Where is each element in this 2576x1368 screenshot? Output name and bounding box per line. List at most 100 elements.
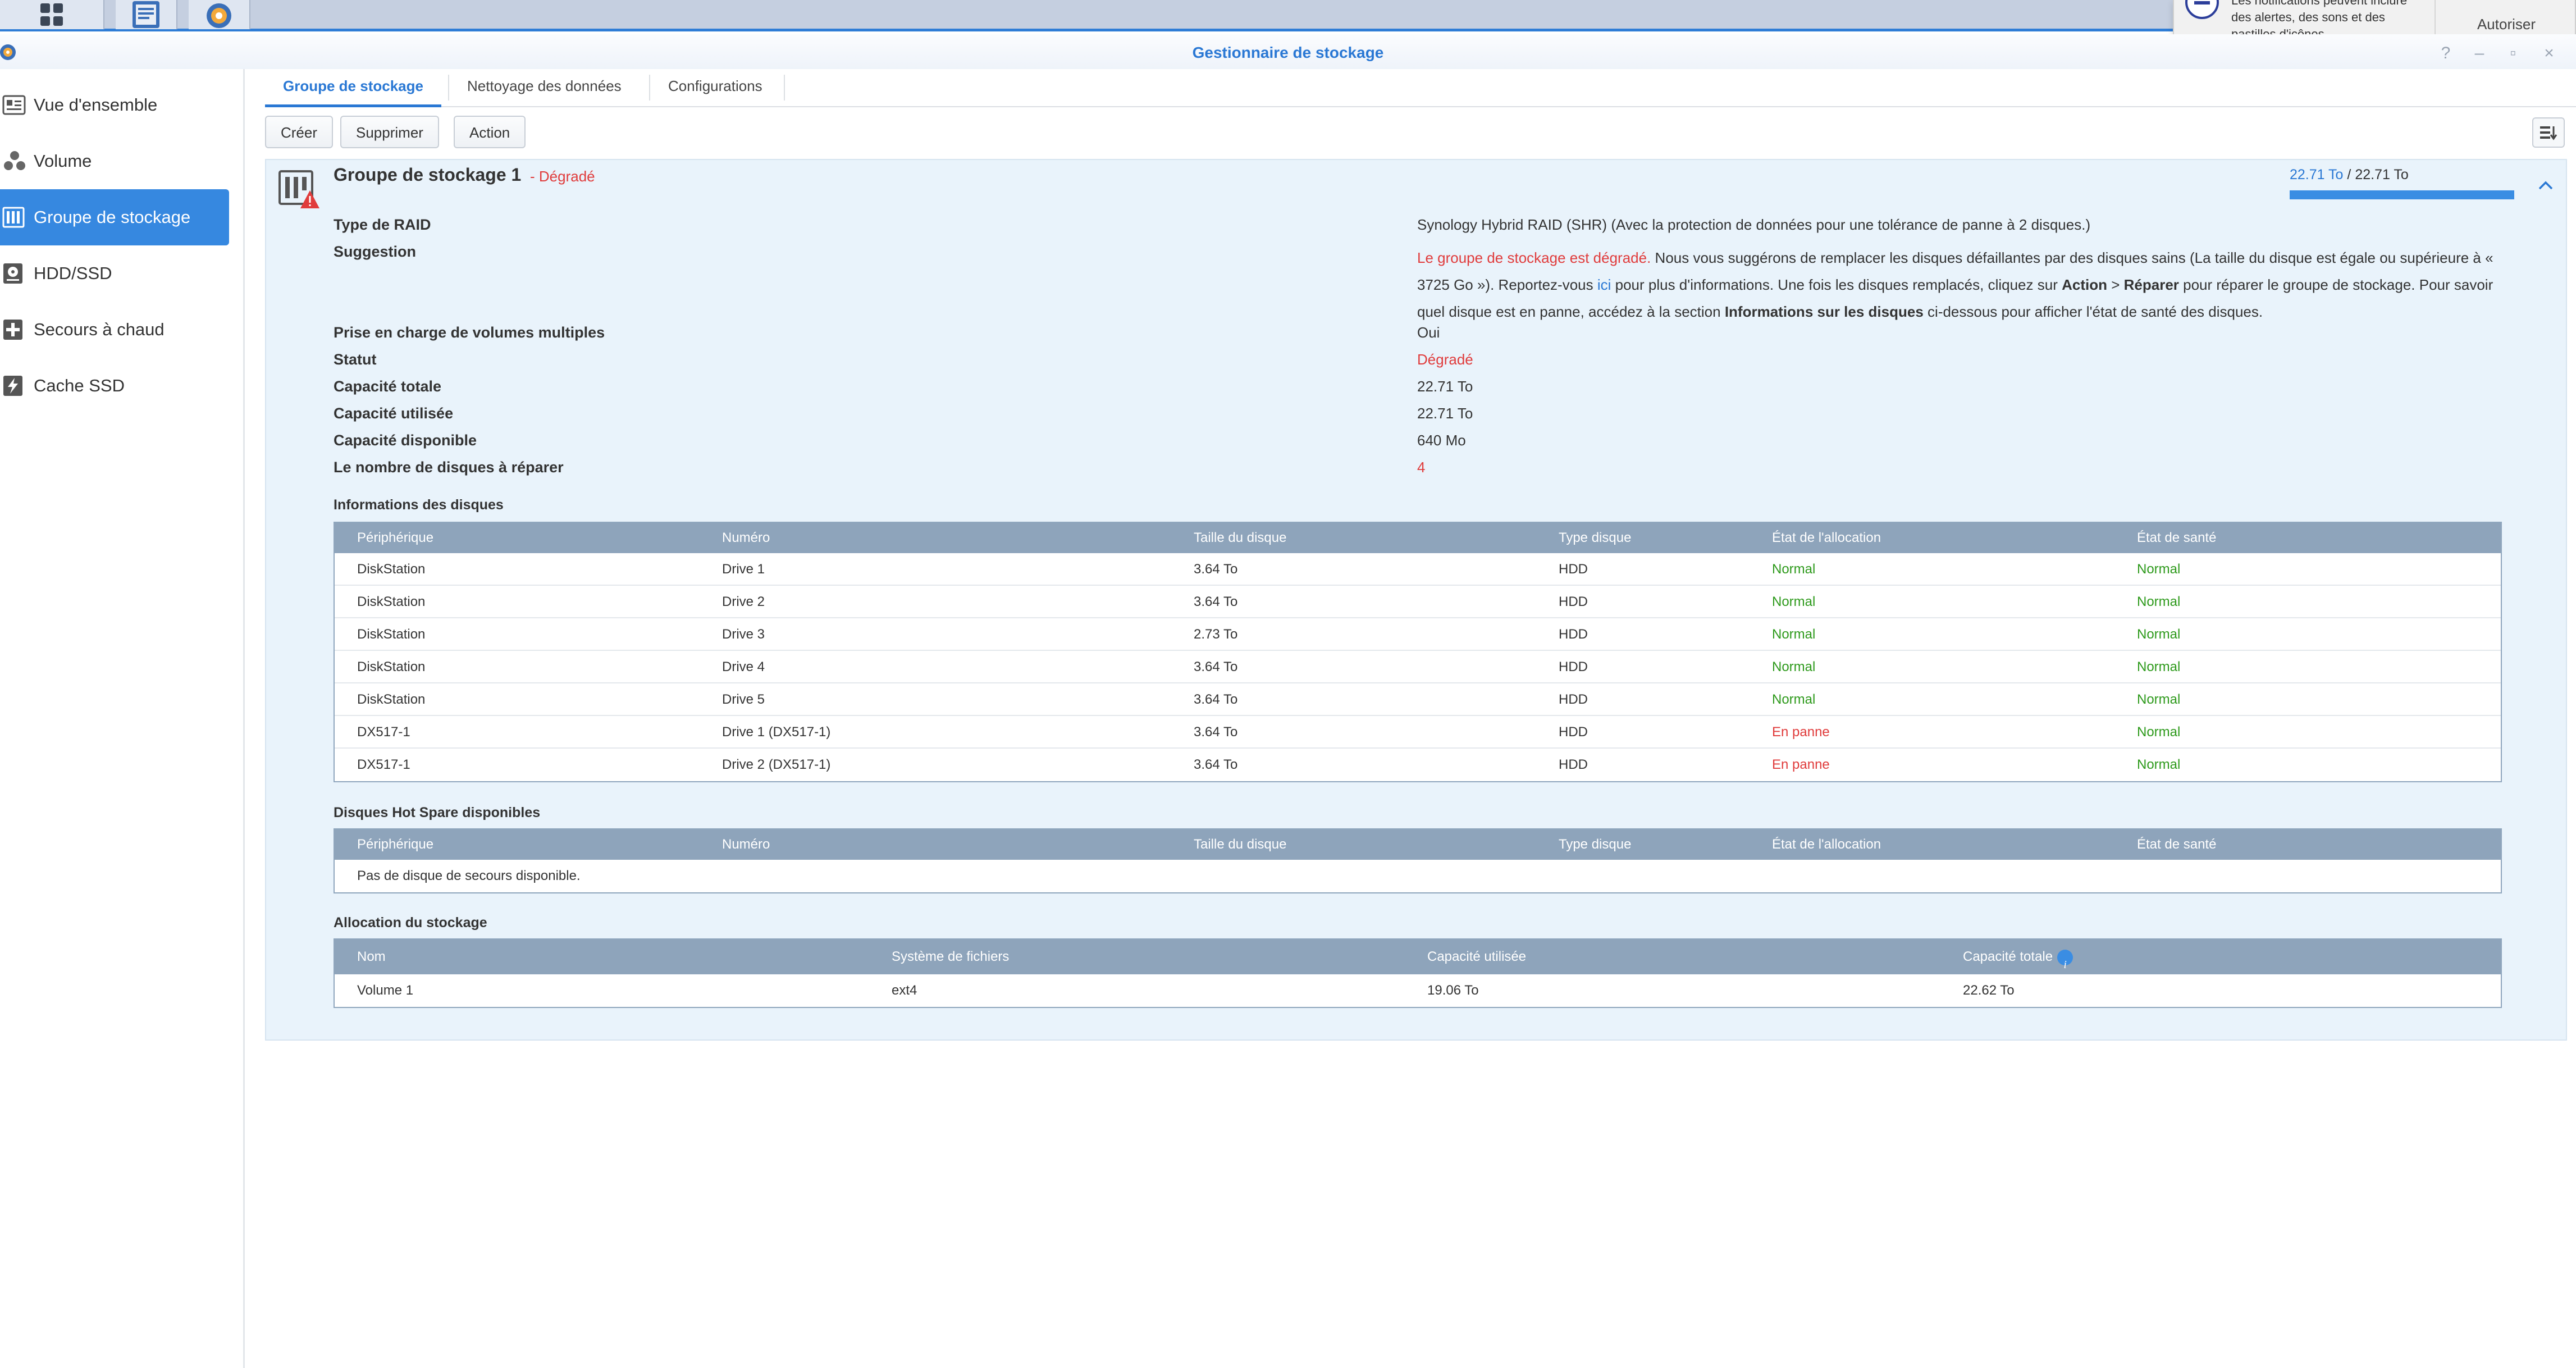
multi-volume-value: Oui — [1417, 324, 1440, 341]
tab-data-scrubbing[interactable]: Nettoyage des données — [449, 69, 640, 107]
cell-type: HDD — [1559, 757, 1588, 772]
cell-size: 3.64 To — [1194, 659, 1238, 674]
column-header[interactable]: État de santé — [2137, 829, 2216, 860]
suggestion-bold-action: Action — [2062, 276, 2107, 293]
cell-size: 3.64 To — [1194, 757, 1238, 772]
window-header: Gestionnaire de stockage ? – ▫ × — [0, 34, 2576, 69]
column-header[interactable]: Nom — [357, 940, 386, 974]
cell-number: Drive 5 — [722, 692, 765, 707]
sidebar-item-label: Cache SSD — [34, 376, 125, 395]
table-row[interactable]: DiskStation Drive 2 3.64 To HDD Normal N… — [335, 586, 2501, 618]
ssd-cache-icon — [0, 375, 34, 397]
sidebar-item-ssd-cache[interactable]: Cache SSD — [0, 358, 229, 414]
available-capacity-value: 640 Mo — [1417, 432, 1466, 449]
suggestion-text-part: ci-dessous pour afficher l'état de santé… — [1923, 303, 2263, 320]
table-row[interactable]: DX517-1 Drive 1 (DX517-1) 3.64 To HDD En… — [335, 716, 2501, 749]
column-header-total[interactable]: Capacité totale i — [1963, 940, 2073, 974]
pool-usage-used: 22.71 To — [2290, 167, 2344, 183]
cell-type: HDD — [1559, 659, 1588, 674]
taskbar-app-file-station[interactable] — [116, 0, 177, 29]
cell-type: HDD — [1559, 692, 1588, 707]
cell-device: DiskStation — [357, 594, 426, 609]
suggestion-text: Le groupe de stockage est dégradé. Nous … — [1417, 244, 2512, 325]
help-icon: ? — [2441, 44, 2451, 62]
volume-icon — [0, 150, 34, 172]
column-header[interactable]: État de l'allocation — [1772, 523, 1881, 553]
sidebar-item-label: Vue d'ensemble — [34, 95, 158, 115]
cell-type: HDD — [1559, 627, 1588, 642]
table-row[interactable]: DiskStation Drive 4 3.64 To HDD Normal N… — [335, 651, 2501, 683]
delete-button[interactable]: Supprimer — [340, 116, 439, 148]
table-row[interactable]: DiskStation Drive 3 2.73 To HDD Normal N… — [335, 618, 2501, 651]
collapse-button[interactable] — [2538, 177, 2554, 194]
minimize-button[interactable]: – — [2468, 42, 2491, 65]
table-header: Périphérique Numéro Taille du disque Typ… — [335, 523, 2501, 553]
suggestion-label: Suggestion — [334, 243, 416, 260]
disk-info-title: Informations des disques — [334, 497, 504, 513]
table-row[interactable]: Volume 1 ext4 19.06 To 22.62 To — [335, 974, 2501, 1007]
cell-health: Normal — [2137, 724, 2181, 740]
available-capacity-label: Capacité disponible — [334, 432, 477, 449]
suggestion-degraded-text: Le groupe de stockage est dégradé. — [1417, 249, 1651, 266]
sidebar-item-storage-pool[interactable]: Groupe de stockage — [0, 189, 229, 245]
help-button[interactable]: ? — [2435, 42, 2457, 65]
table-header: Périphérique Numéro Taille du disque Typ… — [335, 829, 2501, 860]
disk-info-table: Périphérique Numéro Taille du disque Typ… — [334, 522, 2502, 782]
column-header[interactable]: État de santé — [2137, 523, 2216, 553]
cell-type: HDD — [1559, 594, 1588, 609]
column-header[interactable]: Périphérique — [357, 829, 433, 860]
column-header[interactable]: Capacité utilisée — [1427, 940, 1526, 974]
pool-title: Groupe de stockage 1 — [334, 165, 522, 185]
sidebar: Vue d'ensemble Volume Groupe de stockage… — [0, 69, 245, 1368]
used-capacity-value: 22.71 To — [1417, 405, 1473, 422]
table-row[interactable]: DX517-1 Drive 2 (DX517-1) 3.64 To HDD En… — [335, 749, 2501, 781]
cell-size: 3.64 To — [1194, 594, 1238, 609]
raid-type-value: Synology Hybrid RAID (SHR) (Avec la prot… — [1417, 216, 2091, 233]
info-icon[interactable]: i — [2057, 949, 2073, 971]
total-capacity-label: Capacité totale — [334, 378, 442, 395]
main-menu-button[interactable] — [0, 0, 104, 29]
create-button[interactable]: Créer — [265, 116, 334, 148]
sidebar-item-hdd-ssd[interactable]: HDD/SSD — [0, 245, 229, 302]
status-value: Dégradé — [1417, 351, 1473, 368]
column-header-label: Capacité totale — [1963, 949, 2053, 964]
sidebar-item-hot-spare[interactable]: Secours à chaud — [0, 302, 229, 358]
column-header[interactable]: Périphérique — [357, 523, 433, 553]
column-header[interactable]: Type disque — [1559, 829, 1631, 860]
cell-number: Drive 1 — [722, 562, 765, 577]
column-header[interactable]: Système de fichiers — [892, 940, 1009, 974]
column-header[interactable]: État de l'allocation — [1772, 829, 1881, 860]
cell-type: HDD — [1559, 562, 1588, 577]
raid-type-label: Type de RAID — [334, 216, 431, 233]
cell-device: DiskStation — [357, 627, 426, 642]
close-button[interactable]: × — [2538, 42, 2560, 65]
pool-usage-bar-fill — [2290, 190, 2514, 199]
table-row[interactable]: DiskStation Drive 1 3.64 To HDD Normal N… — [335, 553, 2501, 586]
cell-size: 3.64 To — [1194, 724, 1238, 740]
column-header[interactable]: Numéro — [722, 829, 770, 860]
view-toggle-button[interactable] — [2532, 117, 2565, 148]
column-header[interactable]: Taille du disque — [1194, 523, 1286, 553]
sidebar-item-volume[interactable]: Volume — [0, 133, 229, 189]
cell-number: Drive 3 — [722, 627, 765, 642]
action-dropdown-button[interactable]: Action ▼ — [454, 116, 526, 171]
tab-storage-pool[interactable]: Groupe de stockage — [265, 69, 441, 107]
taskbar-app-storage-manager[interactable] — [189, 0, 250, 29]
cell-type: HDD — [1559, 724, 1588, 740]
used-capacity-label: Capacité utilisée — [334, 405, 454, 422]
column-header[interactable]: Numéro — [722, 523, 770, 553]
close-icon: × — [2544, 44, 2554, 62]
column-header[interactable]: Taille du disque — [1194, 829, 1286, 860]
disks-to-repair-label: Le nombre de disques à réparer — [334, 459, 564, 476]
tab-configurations[interactable]: Configurations — [650, 69, 780, 107]
app-icon — [0, 41, 19, 66]
sidebar-item-overview[interactable]: Vue d'ensemble — [0, 77, 229, 133]
suggestion-help-link[interactable]: ici — [1597, 276, 1611, 293]
cell-size: 3.64 To — [1194, 562, 1238, 577]
allocation-title: Allocation du stockage — [334, 915, 487, 931]
multi-volume-label: Prise en charge de volumes multiples — [334, 324, 605, 341]
column-header[interactable]: Type disque — [1559, 523, 1631, 553]
table-row[interactable]: DiskStation Drive 5 3.64 To HDD Normal N… — [335, 683, 2501, 716]
maximize-button[interactable]: ▫ — [2502, 42, 2524, 65]
status-label: Statut — [334, 351, 377, 368]
